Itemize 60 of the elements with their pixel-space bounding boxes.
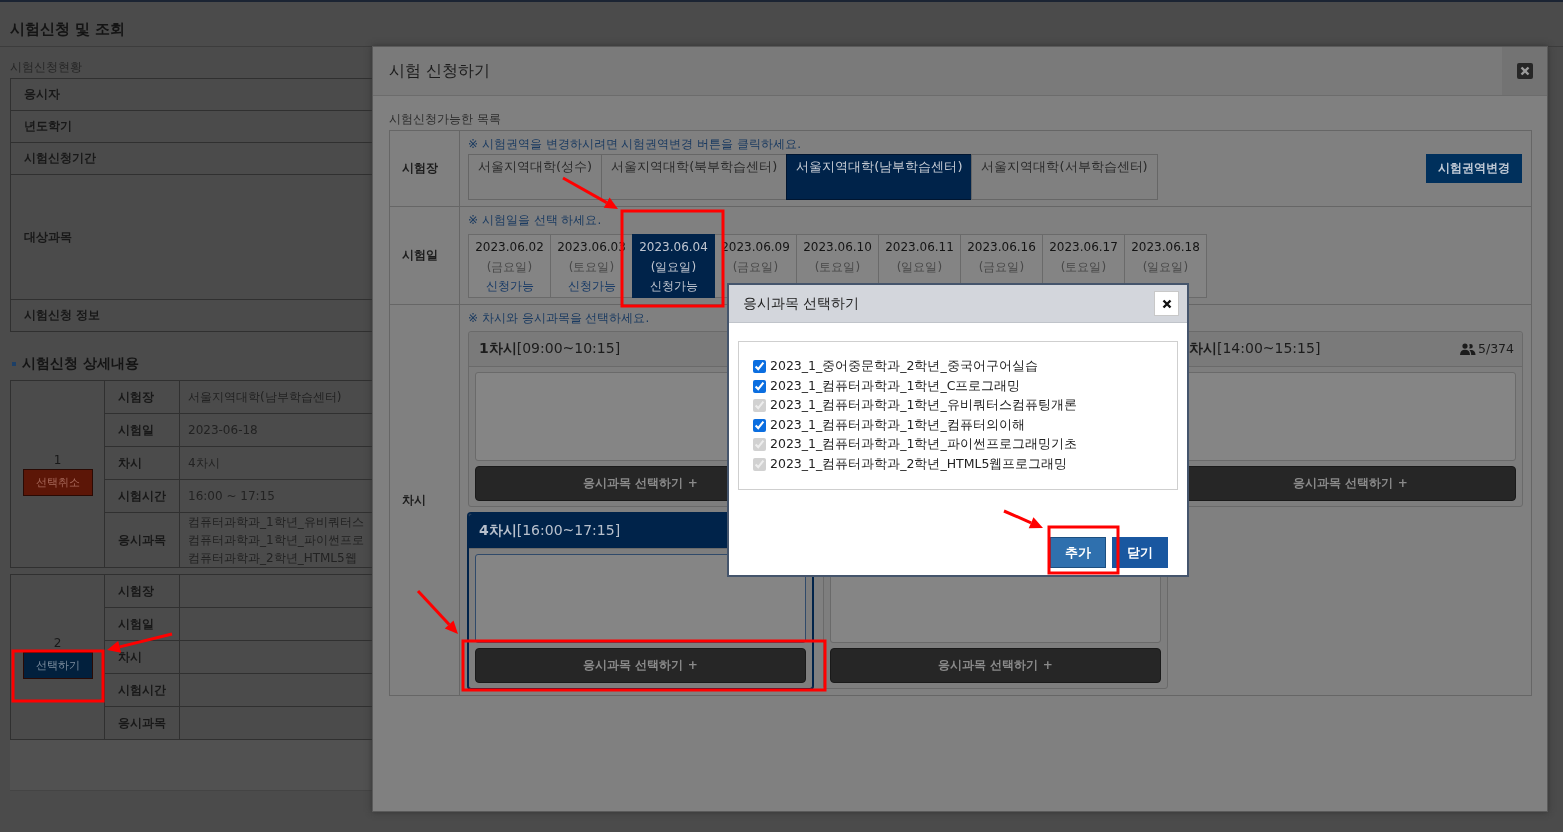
close-dialog-button[interactable]: 닫기 [1112, 537, 1168, 568]
date-text: 2023.06.04 [639, 239, 708, 256]
date-text: 2023.06.11 [885, 239, 954, 256]
cancel-button[interactable]: 선택취소 [22, 468, 93, 496]
date-text: 2023.06.16 [967, 239, 1036, 256]
weekday-text: (일요일) [650, 258, 697, 276]
close-icon [1161, 298, 1172, 309]
section-caption: 시험신청가능한 목록 [389, 112, 502, 126]
annotation-arrow [562, 176, 618, 209]
row-label: 시험일 [402, 247, 438, 264]
hint-text: ※ 시험일을 선택 하세요. [468, 213, 603, 227]
add-button[interactable]: 추가 [1050, 537, 1106, 568]
close-button[interactable] [1154, 291, 1179, 316]
date-option[interactable]: 2023.06.04 (일요일) 신청가능 [632, 234, 715, 298]
weekday-text: (일요일) [1142, 258, 1189, 276]
people-icon [1459, 342, 1476, 355]
session-title: 차시[14:00~15:15] [1189, 339, 1321, 358]
subject-label: 2023_1_컴퓨터과학과_1학년_컴퓨터의이해 [770, 416, 1025, 434]
date-text: 2023.06.18 [1131, 239, 1200, 256]
select-button[interactable]: 선택하기 [22, 651, 93, 679]
status-text: 신청가능 [649, 278, 698, 295]
choose-subject-button[interactable]: 응시과목 선택하기 + [475, 648, 806, 683]
date-option[interactable]: 2023.06.02 (금요일) 신청가능 [468, 234, 551, 298]
annotation-arrow [416, 589, 458, 634]
checkbox[interactable] [753, 418, 766, 432]
subject-label: 2023_1_컴퓨터과학과_1학년_C프로그래밍 [770, 377, 1021, 395]
region-change-button[interactable]: 시험권역변경 [1426, 154, 1522, 183]
choose-subject-button[interactable]: 응시과목 선택하기 + [830, 648, 1161, 683]
venue-tab[interactable]: 서울지역대학(남부학습센터) [786, 154, 973, 200]
status-text: 신청가능 [485, 278, 534, 295]
subject-label: 2023_1_중어중문학과_2학년_중국어구어실습 [770, 358, 1038, 376]
hint-text: ※ 시험권역을 변경하시려면 시험권역변경 버튼을 클릭하세요. [468, 137, 802, 151]
weekday-text: (토요일) [1060, 258, 1107, 276]
row-label: 차시 [402, 491, 426, 509]
bullet-icon [12, 362, 16, 366]
weekday-text: (금요일) [978, 258, 1025, 276]
hint-text: ※ 차시와 응시과목을 선택하세요. [468, 311, 651, 325]
date-text: 2023.06.02 [475, 239, 544, 256]
checkbox[interactable] [753, 379, 766, 393]
close-icon [1516, 63, 1533, 79]
venue-tab[interactable]: 서울지역대학(성수) [468, 154, 603, 200]
checkbox[interactable] [753, 360, 766, 374]
date-text: 2023.06.10 [803, 239, 872, 256]
annotation-arrow [1003, 509, 1043, 529]
seat-count: 5/374 [1477, 341, 1514, 357]
weekday-text: (일요일) [896, 258, 943, 276]
status-text: 신청가능 [567, 278, 616, 295]
subject-label: 2023_1_컴퓨터과학과_1학년_파이썬프로그래밍기초 [770, 436, 1077, 454]
annotation-arrow [107, 632, 173, 653]
date-text: 2023.06.17 [1049, 239, 1118, 256]
weekday-text: (금요일) [486, 258, 533, 276]
weekday-text: (금요일) [732, 258, 779, 276]
session-title: 4차시[16:00~17:15] [479, 521, 621, 540]
venue-tab[interactable]: 서울지역대학(서부학습센터) [971, 154, 1158, 200]
weekday-text: (토요일) [568, 258, 615, 276]
modal-title: 시험 신청하기 [388, 60, 491, 82]
subject-label: 2023_1_컴퓨터과학과_1학년_유비쿼터스컴퓨팅개론 [770, 397, 1077, 415]
session-title: 1차시[09:00~10:15] [479, 339, 621, 358]
row-label: 시험장 [402, 160, 438, 177]
weekday-text: (토요일) [814, 258, 861, 276]
